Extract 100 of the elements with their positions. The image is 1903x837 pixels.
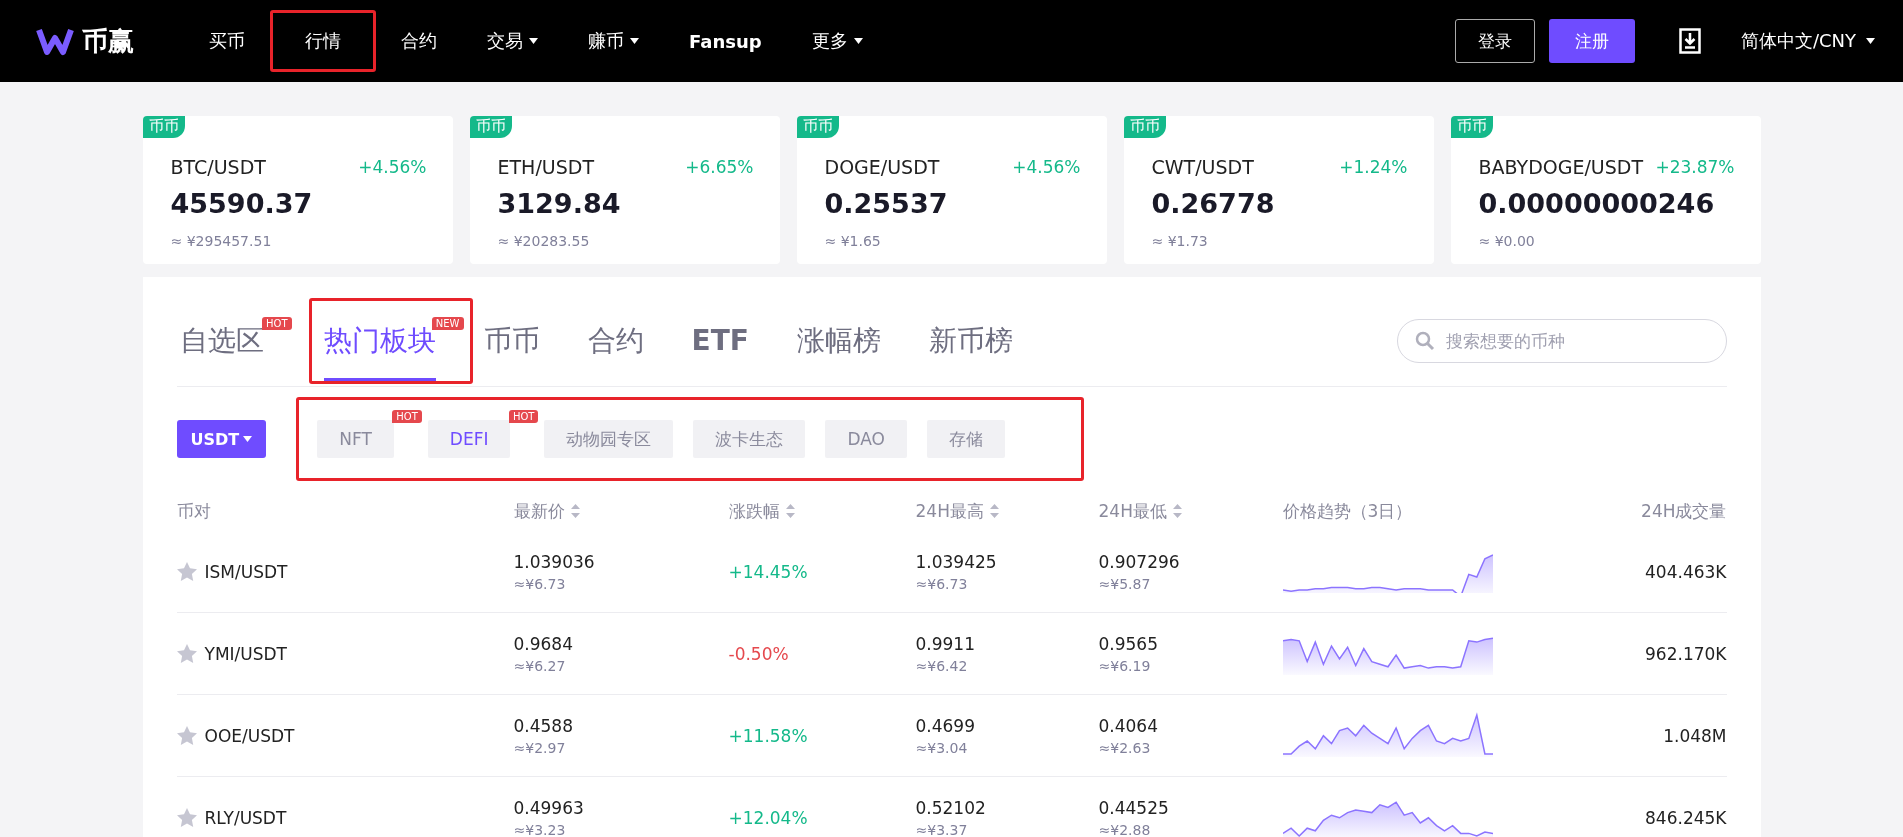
quote-currency-dropdown[interactable]: USDT xyxy=(176,420,267,458)
login-button[interactable]: 登录 xyxy=(1454,19,1535,63)
pair-name: CWT/USDT xyxy=(1151,156,1254,178)
high-price: 1.039425 xyxy=(915,551,998,572)
cny-price: ≈¥3.23 xyxy=(513,821,567,837)
ticker-card[interactable]: 币币 BABYDOGE/USDT +23.87% 0.00000000246 ≈ ¥0.00 xyxy=(1450,116,1761,264)
market-tab[interactable]: 涨幅榜 xyxy=(796,300,881,381)
market-tab[interactable]: 合约 xyxy=(587,300,644,381)
pair-name: BTC/USDT xyxy=(170,156,266,178)
nav-link[interactable]: 交易 xyxy=(462,10,563,72)
pair-name[interactable]: RLY/USDT xyxy=(204,807,287,828)
volume: 962.170K xyxy=(1644,643,1727,664)
sort-icon[interactable] xyxy=(1172,504,1182,518)
column-header[interactable]: 24H最高 xyxy=(915,499,1099,523)
search-field[interactable]: 搜索想要的币种 xyxy=(1396,318,1727,363)
market-tab[interactable]: 币币 xyxy=(483,300,540,381)
nav-link[interactable]: 买币 xyxy=(184,10,270,72)
pair-name[interactable]: YMI/USDT xyxy=(204,643,287,664)
download-icon[interactable] xyxy=(1678,28,1701,54)
ticker-card[interactable]: 币币 ETH/USDT +6.65% 3129.84 ≈ ¥20283.55 xyxy=(469,116,780,264)
cny-price: ≈¥6.19 xyxy=(1098,657,1152,674)
cny-price: ≈¥5.87 xyxy=(1098,575,1152,592)
sector-chip[interactable]: DEFI xyxy=(427,420,511,458)
column-header[interactable]: 最新价 xyxy=(513,499,729,523)
high-price: 0.9911 xyxy=(915,633,976,654)
caret-icon xyxy=(1866,38,1875,44)
volume: 404.463K xyxy=(1644,561,1727,582)
nav-link[interactable]: 合约 xyxy=(376,10,462,72)
sector-chip[interactable]: NFT xyxy=(317,420,394,458)
price-change: -0.50% xyxy=(728,643,790,664)
nav-link[interactable]: 行情 xyxy=(270,10,376,72)
cny-price: ≈¥3.37 xyxy=(915,821,969,837)
ticker-card[interactable]: 币币 DOGE/USDT +4.56% 0.25537 ≈ ¥1.65 xyxy=(796,116,1107,264)
caret-icon xyxy=(853,38,863,44)
caret-icon xyxy=(630,38,639,44)
low-price: 0.9565 xyxy=(1098,633,1159,654)
price-change: +4.56% xyxy=(1012,157,1081,177)
price-change: +23.87% xyxy=(1655,157,1735,177)
chip-badge: HOT xyxy=(508,410,539,423)
low-price: 0.44525 xyxy=(1098,797,1170,818)
sector-chip[interactable]: 动物园专区 xyxy=(544,420,674,458)
caret-icon xyxy=(529,38,538,44)
last-price: 0.9684 xyxy=(513,633,574,654)
last-price: 3129.84 xyxy=(497,188,622,219)
column-header[interactable]: 24H最低 xyxy=(1098,499,1283,523)
sector-chip[interactable]: 存储 xyxy=(926,420,1005,458)
column-header: 24H成交量 xyxy=(1640,499,1727,523)
sort-icon[interactable] xyxy=(570,504,580,518)
last-price: 0.25537 xyxy=(824,188,949,219)
cny-price: ≈¥2.88 xyxy=(1098,821,1152,837)
cny-price: ≈¥6.27 xyxy=(513,657,567,674)
market-tag: 币币 xyxy=(469,116,512,138)
price-change: +12.04% xyxy=(728,807,809,828)
sector-chip[interactable]: 波卡生态 xyxy=(693,420,806,458)
language-selector[interactable]: 简体中文/CNY xyxy=(1740,29,1875,53)
price-change: +4.56% xyxy=(358,157,427,177)
ticker-card[interactable]: 币币 BTC/USDT +4.56% 45590.37 ≈ ¥295457.51 xyxy=(142,116,453,264)
ticker-card[interactable]: 币币 CWT/USDT +1.24% 0.26778 ≈ ¥1.73 xyxy=(1123,116,1434,264)
price-change: +6.65% xyxy=(685,157,754,177)
cny-price: ≈¥6.42 xyxy=(915,657,969,674)
pair-name: ETH/USDT xyxy=(497,156,594,178)
volume: 846.245K xyxy=(1644,807,1727,828)
column-header: 币对 xyxy=(176,499,212,523)
register-button[interactable]: 注册 xyxy=(1548,19,1635,63)
star-icon[interactable] xyxy=(176,726,197,745)
sort-icon[interactable] xyxy=(785,504,795,518)
cny-price: ≈ ¥0.00 xyxy=(1478,233,1536,249)
high-price: 0.52102 xyxy=(915,797,987,818)
pair-name[interactable]: ISM/USDT xyxy=(204,561,288,582)
cny-price: ≈¥6.73 xyxy=(915,575,969,592)
last-price: 0.4588 xyxy=(513,715,574,736)
logo-icon xyxy=(36,26,74,56)
tab-badge: NEW xyxy=(431,316,464,330)
sector-chip[interactable]: DAO xyxy=(825,420,907,458)
star-icon[interactable] xyxy=(176,644,197,663)
last-price: 45590.37 xyxy=(170,188,314,219)
last-price: 0.49963 xyxy=(513,797,585,818)
sort-icon[interactable] xyxy=(989,504,999,518)
market-tag: 币币 xyxy=(142,116,185,138)
low-price: 0.907296 xyxy=(1098,551,1181,572)
column-header: 价格趋势（3日） xyxy=(1282,499,1414,523)
price-change: +1.24% xyxy=(1339,157,1408,177)
market-tag: 币币 xyxy=(1123,116,1166,138)
pair-name[interactable]: OOE/USDT xyxy=(204,725,295,746)
market-tab[interactable]: 新币榜 xyxy=(928,300,1013,381)
nav-link[interactable]: 赚币 xyxy=(563,10,664,72)
nav-link[interactable]: 更多 xyxy=(786,10,888,72)
market-tab[interactable]: 自选区 xyxy=(179,300,264,381)
market-tab[interactable]: ETF xyxy=(691,300,749,381)
cny-price: ≈ ¥295457.51 xyxy=(170,233,273,249)
chip-badge: HOT xyxy=(392,410,422,423)
cny-price: ≈¥2.97 xyxy=(513,739,567,756)
star-icon[interactable] xyxy=(176,562,197,581)
low-price: 0.4064 xyxy=(1098,715,1159,736)
star-icon[interactable] xyxy=(176,808,197,827)
column-header[interactable]: 涨跌幅 xyxy=(728,499,916,523)
last-price: 0.26778 xyxy=(1151,188,1276,219)
high-price: 0.4699 xyxy=(915,715,976,736)
cny-price: ≈¥6.73 xyxy=(513,575,567,592)
nav-link[interactable]: Fansup xyxy=(664,10,787,72)
